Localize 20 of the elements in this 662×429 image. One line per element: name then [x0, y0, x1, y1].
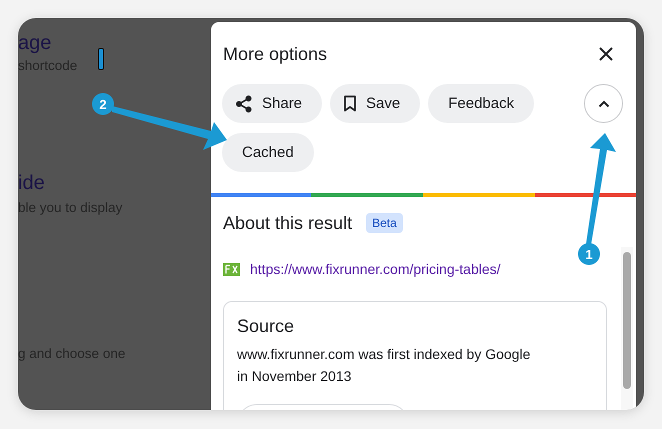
collapse-button[interactable]	[584, 84, 623, 123]
page-heading: ide	[18, 171, 46, 195]
source-text: www.fixrunner.com was first indexed by Google in November 2013	[237, 345, 532, 386]
share-icon	[235, 94, 253, 112]
page-heading: age	[18, 31, 52, 55]
action-chip[interactable]: Cached	[222, 133, 314, 172]
scrollbar[interactable]	[621, 247, 633, 410]
share-button[interactable]: Share	[222, 84, 322, 123]
action-chip[interactable]: Feedback	[428, 84, 534, 123]
beta-tag: Beta	[366, 213, 403, 233]
favicon-icon	[223, 262, 240, 276]
result-link[interactable]: https://www.fixrunner.com/pricing-tables/	[250, 261, 501, 277]
section-title: About this result	[223, 212, 352, 235]
bookmark-icon	[343, 95, 358, 112]
card-title: Source	[237, 315, 296, 338]
chevron-icon	[598, 100, 610, 108]
panel-title: More options	[223, 43, 328, 66]
cursor-icon	[98, 48, 104, 70]
save-button[interactable]: Save	[330, 84, 420, 123]
scroll-thumb[interactable]	[623, 252, 631, 389]
